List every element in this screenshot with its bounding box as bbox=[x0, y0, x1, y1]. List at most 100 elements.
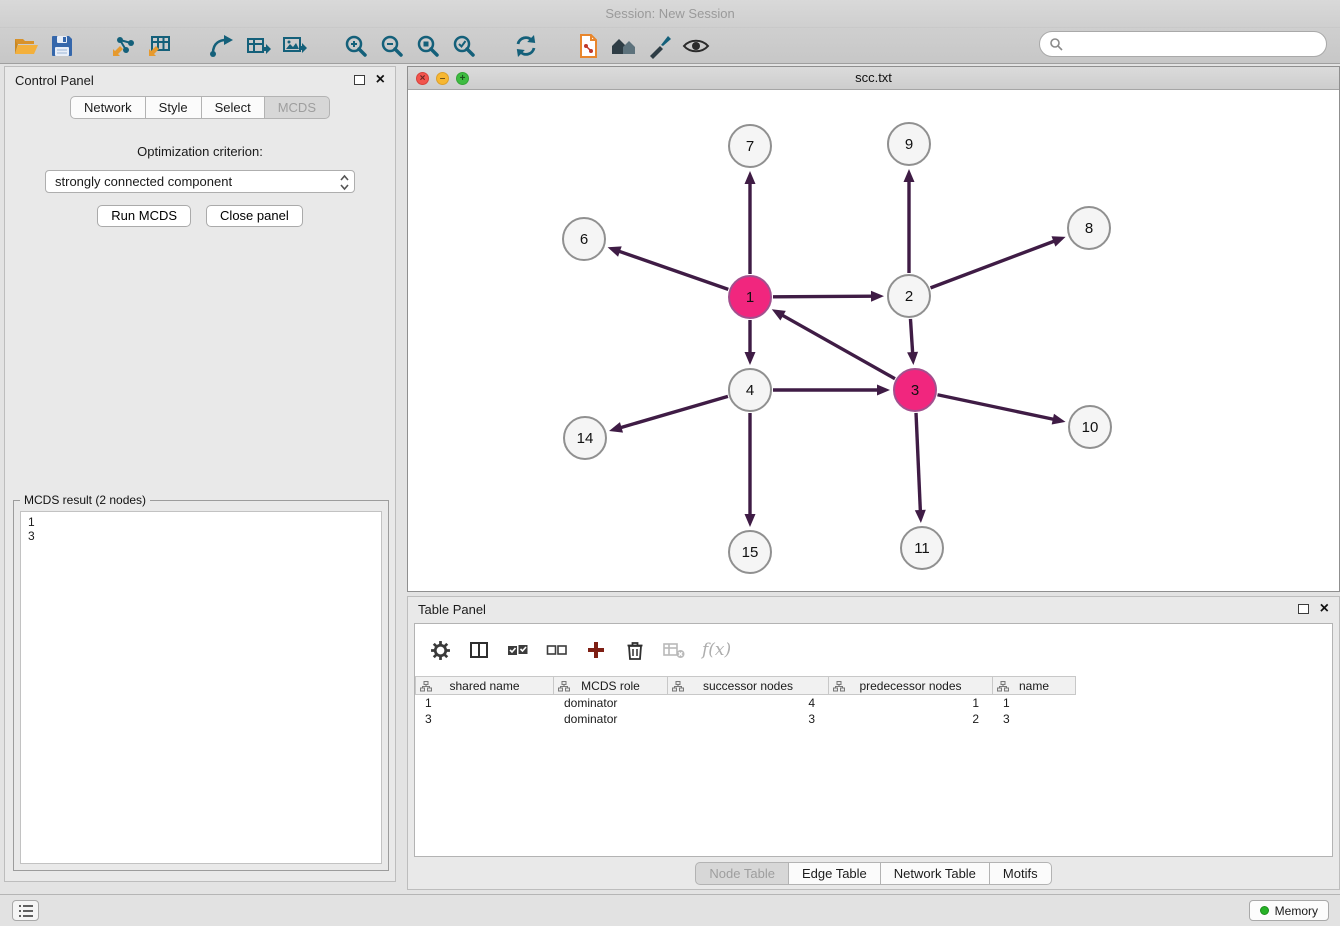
tab-style[interactable]: Style bbox=[146, 96, 202, 119]
column-header-shared-name[interactable]: shared name bbox=[415, 676, 554, 695]
mcds-result-line: 1 bbox=[28, 515, 374, 529]
memory-button[interactable]: Memory bbox=[1249, 900, 1329, 921]
zoom-in-button[interactable] bbox=[338, 31, 374, 61]
node-1[interactable]: 1 bbox=[729, 276, 771, 318]
edge-2-3[interactable] bbox=[910, 319, 912, 355]
tab-select[interactable]: Select bbox=[202, 96, 265, 119]
close-panel-button[interactable]: Close panel bbox=[206, 205, 303, 227]
node-10[interactable]: 10 bbox=[1069, 406, 1111, 448]
edge-arrowhead bbox=[609, 422, 623, 433]
mcds-result-list[interactable]: 13 bbox=[20, 511, 382, 864]
network-window-titlebar[interactable]: × – + scc.txt bbox=[408, 67, 1339, 90]
select-all-button[interactable] bbox=[507, 638, 529, 662]
import-table-file-button[interactable] bbox=[142, 31, 178, 61]
column-header-successor-nodes[interactable]: successor nodes bbox=[668, 676, 829, 695]
table-cell[interactable]: 3 bbox=[415, 711, 554, 727]
edge-1-6[interactable] bbox=[617, 251, 728, 290]
table-cell[interactable]: dominator bbox=[554, 711, 668, 727]
mcds-result-box: MCDS result (2 nodes) 13 bbox=[13, 500, 389, 871]
refresh-layout-button[interactable] bbox=[508, 31, 544, 61]
table-cell[interactable]: 1 bbox=[829, 695, 993, 711]
table-cell[interactable]: 1 bbox=[415, 695, 554, 711]
node-8[interactable]: 8 bbox=[1068, 207, 1110, 249]
toolbar-group bbox=[508, 31, 544, 61]
mcds-result-legend: MCDS result (2 nodes) bbox=[20, 493, 150, 507]
float-panel-icon[interactable] bbox=[354, 75, 365, 85]
table-tab-network-table[interactable]: Network Table bbox=[881, 862, 990, 885]
optimization-criterion-select[interactable]: strongly connected component bbox=[45, 170, 355, 193]
column-tree-icon bbox=[672, 681, 684, 695]
node-9[interactable]: 9 bbox=[888, 123, 930, 165]
function-builder-button[interactable]: f(x) bbox=[702, 638, 731, 662]
float-table-panel-icon[interactable] bbox=[1298, 604, 1309, 614]
tab-mcds[interactable]: MCDS bbox=[265, 96, 330, 119]
settings-button[interactable] bbox=[429, 638, 451, 662]
task-history-button[interactable] bbox=[12, 900, 39, 921]
close-table-panel-icon[interactable]: × bbox=[1320, 602, 1329, 616]
edge-4-14[interactable] bbox=[619, 396, 728, 428]
home-layouts-button[interactable] bbox=[606, 31, 642, 61]
zoom-selected-button[interactable] bbox=[446, 31, 482, 61]
deselect-all-button[interactable] bbox=[546, 638, 568, 662]
new-network-from-selection-button[interactable] bbox=[204, 31, 240, 61]
destroy-table-icon bbox=[663, 640, 685, 660]
table-cell[interactable]: 2 bbox=[829, 711, 993, 727]
table-tab-edge-table[interactable]: Edge Table bbox=[789, 862, 881, 885]
search-input[interactable] bbox=[1069, 37, 1326, 52]
split-columns-icon bbox=[469, 640, 489, 660]
node-15[interactable]: 15 bbox=[729, 531, 771, 573]
split-columns-button[interactable] bbox=[468, 638, 490, 662]
node-14[interactable]: 14 bbox=[564, 417, 606, 459]
edge-3-11[interactable] bbox=[916, 413, 920, 513]
column-header-name[interactable]: name bbox=[993, 676, 1076, 695]
close-panel-icon[interactable]: × bbox=[376, 73, 385, 87]
window-titlebar[interactable]: Session: New Session bbox=[0, 0, 1340, 28]
edge-3-1[interactable] bbox=[780, 314, 894, 379]
node-4[interactable]: 4 bbox=[729, 369, 771, 411]
run-mcds-button[interactable]: Run MCDS bbox=[97, 205, 191, 227]
open-session-button[interactable] bbox=[8, 31, 44, 61]
destroy-table-button[interactable] bbox=[663, 638, 685, 662]
node-3[interactable]: 3 bbox=[894, 369, 936, 411]
delete-row-button[interactable] bbox=[624, 638, 646, 662]
save-session-button[interactable] bbox=[44, 31, 80, 61]
minimize-window-button[interactable]: – bbox=[436, 72, 449, 85]
zoom-fit-button[interactable] bbox=[410, 31, 446, 61]
node-2[interactable]: 2 bbox=[888, 275, 930, 317]
edge-3-10[interactable] bbox=[938, 395, 1056, 420]
zoom-window-button[interactable]: + bbox=[456, 72, 469, 85]
search-field[interactable] bbox=[1039, 31, 1327, 57]
table-row[interactable]: 1dominator411 bbox=[415, 695, 1332, 711]
column-tree-icon bbox=[558, 681, 570, 695]
network-canvas[interactable]: 7 9 6 8 1 2 4 3 14 10 15 11 bbox=[408, 90, 1339, 591]
apply-visual-style-button[interactable] bbox=[642, 31, 678, 61]
column-header-mcds-role[interactable]: MCDS role bbox=[554, 676, 668, 695]
edge-arrowhead bbox=[877, 385, 890, 396]
edge-2-8[interactable] bbox=[931, 240, 1057, 288]
table-cell[interactable]: dominator bbox=[554, 695, 668, 711]
toolbar-group bbox=[8, 31, 80, 61]
export-table-button[interactable] bbox=[240, 31, 276, 61]
table-cell[interactable]: 3 bbox=[993, 711, 1076, 727]
close-window-button[interactable]: × bbox=[416, 72, 429, 85]
node-7[interactable]: 7 bbox=[729, 125, 771, 167]
table-row[interactable]: 3dominator323 bbox=[415, 711, 1332, 727]
table-tab-motifs[interactable]: Motifs bbox=[990, 862, 1052, 885]
edge-1-2[interactable] bbox=[773, 296, 874, 297]
node-11[interactable]: 11 bbox=[901, 527, 943, 569]
column-header-predecessor-nodes[interactable]: predecessor nodes bbox=[829, 676, 993, 695]
table-tab-node-table[interactable]: Node Table bbox=[695, 862, 789, 885]
show-graphics-details-button[interactable] bbox=[678, 31, 714, 61]
import-network-file-button[interactable] bbox=[106, 31, 142, 61]
zoom-out-button[interactable] bbox=[374, 31, 410, 61]
table-cell[interactable]: 4 bbox=[668, 695, 829, 711]
add-row-icon bbox=[586, 640, 606, 660]
table-cell[interactable]: 3 bbox=[668, 711, 829, 727]
add-row-button[interactable] bbox=[585, 638, 607, 662]
export-image-button[interactable] bbox=[276, 31, 312, 61]
table-cell[interactable]: 1 bbox=[993, 695, 1076, 711]
tab-network[interactable]: Network bbox=[70, 96, 146, 119]
copy-style-button[interactable] bbox=[570, 31, 606, 61]
toolbar-group bbox=[570, 31, 714, 61]
node-6[interactable]: 6 bbox=[563, 218, 605, 260]
